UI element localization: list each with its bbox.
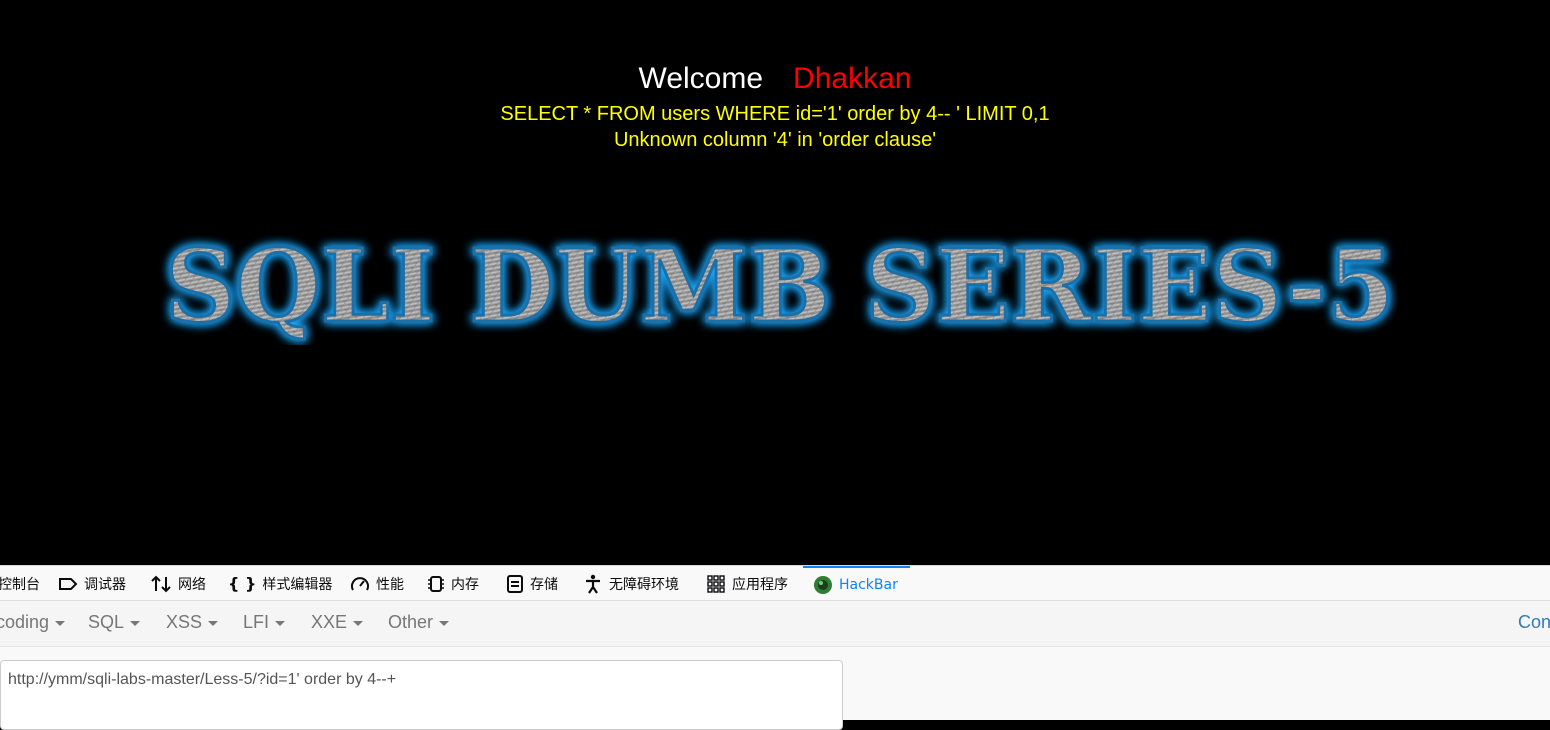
application-icon — [707, 574, 725, 593]
menu-xxe[interactable]: XXE — [311, 612, 364, 633]
tab-debugger-label: 调试器 — [84, 576, 126, 593]
tab-network-label: 网络 — [178, 576, 206, 593]
username-text: Dhakkan — [793, 62, 912, 95]
menu-sql[interactable]: SQL — [88, 612, 141, 633]
tab-performance[interactable]: 性能 — [350, 566, 404, 601]
tab-application[interactable]: 应用程序 — [706, 566, 788, 601]
welcome-line: Welcome Dhakkan — [0, 62, 1550, 96]
style-editor-icon: { } — [228, 574, 257, 593]
menu-xxe-label: XXE — [311, 612, 348, 632]
tab-memory-label: 内存 — [451, 576, 479, 593]
storage-icon — [507, 574, 523, 593]
tab-accessibility-label: 无障碍环境 — [609, 576, 679, 593]
chevron-down-icon — [353, 620, 364, 626]
accessibility-icon — [586, 574, 600, 594]
tab-network[interactable]: 网络 — [150, 566, 206, 601]
tab-console-label: 控制台 — [0, 576, 40, 593]
tab-style-editor-label: 样式编辑器 — [262, 576, 333, 593]
tab-style-editor[interactable]: { } 样式编辑器 — [228, 566, 332, 601]
tab-performance-label: 性能 — [376, 576, 404, 593]
performance-icon — [351, 576, 369, 590]
menu-other[interactable]: Other — [388, 612, 450, 633]
devtools-tabbar: 控制台 调试器 网络 { } 样式编辑器 性能 内存 存储 无障碍环境 应用程序… — [0, 565, 1550, 601]
chevron-down-icon — [208, 620, 219, 626]
chevron-down-icon — [439, 620, 450, 626]
menu-xss-label: XSS — [166, 612, 203, 632]
menu-encoding-label: coding — [0, 612, 50, 632]
sqli-banner-logo: SQLI DUMB SERIES-5 — [164, 226, 1397, 346]
menu-lfi[interactable]: LFI — [243, 612, 286, 633]
tab-hackbar-label: HackBar — [839, 576, 898, 593]
chevron-down-icon — [130, 620, 141, 626]
network-icon — [151, 575, 171, 592]
memory-icon — [428, 575, 444, 592]
menu-encoding[interactable]: coding — [0, 612, 66, 633]
tab-memory[interactable]: 内存 — [427, 566, 479, 601]
hackbar-icon — [814, 575, 832, 594]
menu-xss[interactable]: XSS — [166, 612, 219, 633]
tab-console[interactable]: 控制台 — [0, 566, 40, 601]
welcome-text: Welcome — [638, 62, 764, 95]
chevron-down-icon — [55, 620, 66, 626]
tab-application-label: 应用程序 — [732, 576, 788, 593]
tab-debugger[interactable]: 调试器 — [58, 566, 126, 601]
contribute-link[interactable]: Con — [1518, 612, 1550, 633]
devtools-panel: 控制台 调试器 网络 { } 样式编辑器 性能 内存 存储 无障碍环境 应用程序… — [0, 565, 1550, 730]
hackbar-menu: coding SQL XSS LFI XXE Other Con — [0, 601, 1550, 647]
tab-storage[interactable]: 存储 — [506, 566, 558, 601]
chevron-down-icon — [275, 620, 286, 626]
menu-lfi-label: LFI — [243, 612, 270, 632]
menu-sql-label: SQL — [88, 612, 125, 632]
sql-error-text: Unknown column '4' in 'order clause' — [613, 129, 937, 151]
menu-other-label: Other — [388, 612, 434, 632]
tab-storage-label: 存储 — [530, 576, 558, 593]
page-content: Welcome Dhakkan SELECT * FROM users WHERE… — [0, 0, 1550, 565]
sql-query-text: SELECT * FROM users WHERE id='1' order b… — [500, 103, 1050, 125]
banner-title: SQLI DUMB SERIES-5 — [165, 227, 1395, 345]
tab-hackbar[interactable]: HackBar — [803, 566, 910, 601]
debugger-icon — [59, 577, 78, 590]
tab-accessibility[interactable]: 无障碍环境 — [583, 566, 679, 601]
